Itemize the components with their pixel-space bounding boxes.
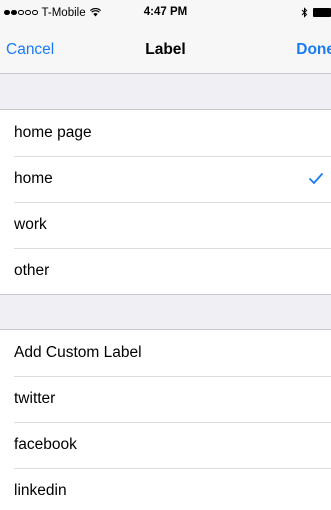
status-bar: T-Mobile 4:47 PM — [0, 0, 331, 26]
add-custom-label-button[interactable]: Add Custom Label — [0, 330, 331, 376]
page-title: Label — [145, 41, 186, 58]
custom-labels-list: Add Custom Label twitter facebook linked… — [0, 329, 331, 510]
label-option-facebook[interactable]: facebook — [0, 422, 331, 468]
label-picker-screen: T-Mobile 4:47 PM Cancel Label Done home … — [0, 0, 331, 510]
standard-labels-list: home page home work other — [0, 109, 331, 295]
label-option-text: home page — [14, 124, 92, 141]
navigation-bar: Cancel Label Done — [0, 26, 331, 74]
label-option-linkedin[interactable]: linkedin — [0, 468, 331, 510]
label-option-home-page[interactable]: home page — [0, 110, 331, 156]
label-option-other[interactable]: other — [0, 248, 331, 294]
label-option-text: twitter — [14, 390, 56, 407]
status-right — [301, 6, 331, 19]
battery-icon — [313, 8, 331, 17]
label-option-twitter[interactable]: twitter — [0, 376, 331, 422]
label-option-text: linkedin — [14, 482, 67, 499]
status-time: 4:47 PM — [143, 6, 188, 18]
label-option-text: other — [14, 262, 50, 279]
bluetooth-icon — [301, 7, 308, 18]
label-option-text: Add Custom Label — [14, 344, 142, 361]
label-option-text: facebook — [14, 436, 77, 453]
label-option-work[interactable]: work — [0, 202, 331, 248]
done-button[interactable]: Done — [296, 41, 331, 59]
label-option-home[interactable]: home — [0, 156, 331, 202]
checkmark-icon — [309, 173, 323, 184]
label-option-text: work — [14, 216, 47, 233]
label-option-text: home — [14, 170, 53, 187]
